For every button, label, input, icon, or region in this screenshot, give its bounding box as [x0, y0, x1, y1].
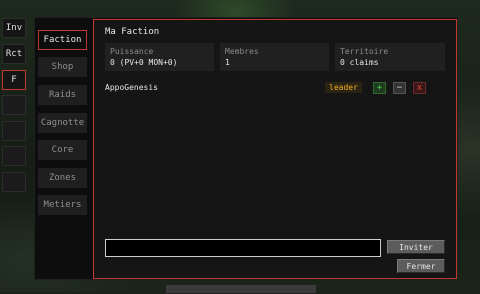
- close-button[interactable]: Fermer: [397, 259, 445, 273]
- side-tab-empty[interactable]: [2, 121, 26, 141]
- stat-card-power: Puissance 0 (PV+0 MON+0): [105, 43, 214, 71]
- stat-label: Puissance: [110, 47, 154, 56]
- tab-metiers[interactable]: Metiers: [38, 195, 87, 215]
- stat-value: 1: [225, 58, 230, 67]
- hotbar: [165, 284, 317, 294]
- stat-value: 0 (PV+0 MON+0): [110, 58, 178, 67]
- tab-raids[interactable]: Raids: [38, 85, 87, 105]
- side-tab-empty[interactable]: [2, 146, 26, 166]
- side-tab-empty[interactable]: [2, 95, 26, 115]
- member-name: AppoGenesis: [105, 83, 158, 92]
- side-tab-empty[interactable]: [2, 172, 26, 192]
- tab-shop[interactable]: Shop: [38, 57, 87, 77]
- side-tab-inventory[interactable]: Inv: [2, 18, 26, 38]
- demote-button[interactable]: −: [393, 82, 406, 94]
- promote-button[interactable]: +: [373, 82, 386, 94]
- stat-card-territory: Territoire 0 claims: [335, 43, 445, 71]
- tab-cagnotte[interactable]: Cagnotte: [38, 113, 87, 133]
- tab-faction[interactable]: Faction: [38, 30, 87, 50]
- tab-core[interactable]: Core: [38, 140, 87, 160]
- stat-value: 0 claims: [340, 58, 379, 67]
- member-role-badge: leader: [325, 82, 362, 93]
- side-tab-faction[interactable]: F: [2, 70, 26, 90]
- tab-zones[interactable]: Zones: [38, 168, 87, 188]
- invite-input[interactable]: [105, 239, 381, 257]
- stat-label: Membres: [225, 47, 259, 56]
- stat-label: Territoire: [340, 47, 389, 56]
- side-tab-rct[interactable]: Rct: [2, 44, 26, 64]
- page-title: Ma Faction: [105, 27, 160, 37]
- kick-button[interactable]: x: [413, 82, 426, 94]
- stat-card-members: Membres 1: [220, 43, 329, 71]
- invite-button[interactable]: Inviter: [387, 240, 445, 254]
